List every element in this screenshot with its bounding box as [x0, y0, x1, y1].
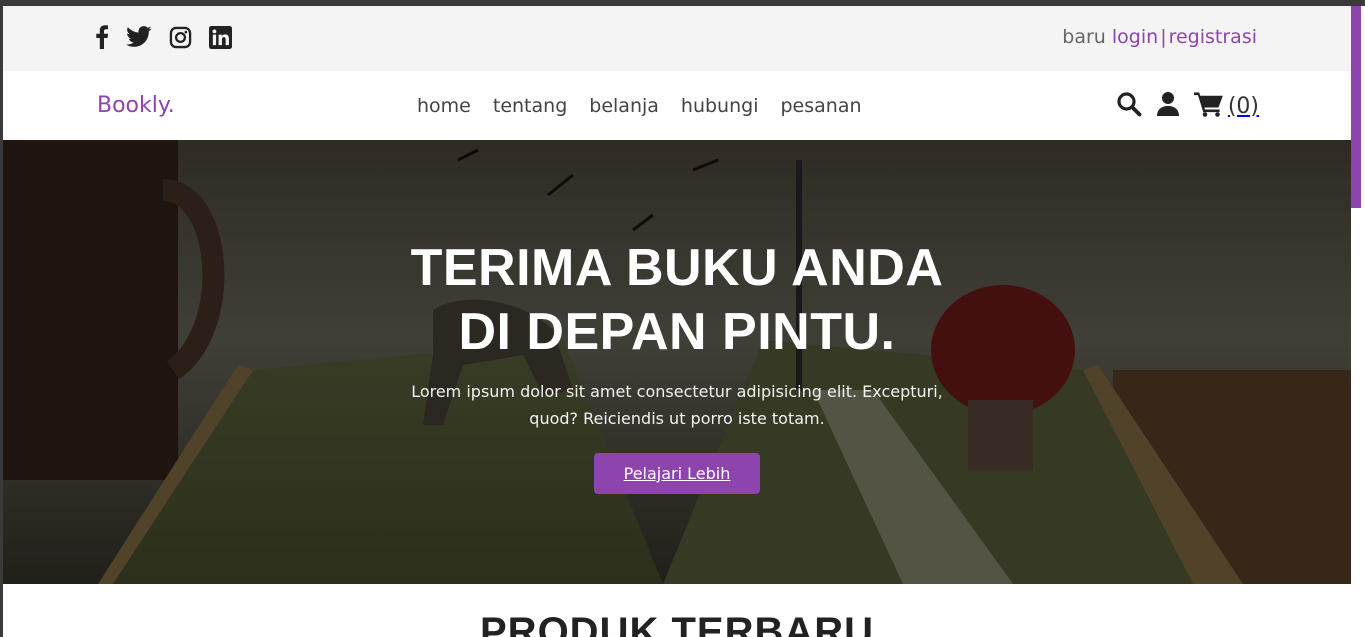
nav-about[interactable]: tentang — [493, 95, 567, 117]
search-icon[interactable] — [1116, 91, 1142, 121]
nav-shop[interactable]: belanja — [589, 95, 659, 117]
header-icons: (0) — [1116, 91, 1259, 121]
register-link[interactable]: registrasi — [1169, 26, 1257, 48]
auth-links: baru login | registrasi — [1062, 26, 1257, 48]
user-icon[interactable] — [1156, 91, 1180, 121]
nav-home[interactable]: home — [417, 95, 471, 117]
main-header: Bookly. home tentang belanja hubungi pes… — [3, 71, 1351, 140]
auth-separator: | — [1160, 26, 1167, 48]
hero-content: TERIMA BUKU ANDA DI DEPAN PINTU. Lorem i… — [377, 236, 977, 494]
hero-description-line-2: quod? Reiciendis ut porro iste totam. — [529, 409, 825, 428]
twitter-icon[interactable] — [126, 26, 152, 48]
top-header: baru login | registrasi — [3, 6, 1351, 71]
nav-orders[interactable]: pesanan — [780, 95, 861, 117]
linkedin-icon[interactable] — [209, 25, 232, 49]
social-links — [95, 25, 232, 49]
hero-title-line-2: DI DEPAN PINTU. — [458, 303, 896, 361]
hero-section: TERIMA BUKU ANDA DI DEPAN PINTU. Lorem i… — [3, 140, 1351, 584]
main-nav: home tentang belanja hubungi pesanan — [417, 95, 862, 117]
cart-icon — [1193, 91, 1224, 121]
hero-description: Lorem ipsum dolor sit amet consectetur a… — [377, 378, 977, 432]
login-link[interactable]: login — [1112, 26, 1158, 48]
learn-more-button[interactable]: Pelajari Lebih — [593, 453, 761, 494]
hero-title-line-1: TERIMA BUKU ANDA — [410, 239, 944, 297]
nav-contact[interactable]: hubungi — [681, 95, 759, 117]
facebook-icon[interactable] — [95, 25, 109, 49]
hero-title: TERIMA BUKU ANDA DI DEPAN PINTU. — [377, 236, 977, 364]
logo[interactable]: Bookly. — [97, 93, 175, 118]
auth-prefix: baru — [1062, 26, 1106, 48]
cart-count: (0) — [1227, 93, 1259, 119]
hero-description-line-1: Lorem ipsum dolor sit amet consectetur a… — [411, 382, 943, 401]
products-section-title: PRODUK TERBARU — [480, 610, 874, 637]
page-viewport: baru login | registrasi Bookly. home tenta… — [3, 6, 1351, 637]
instagram-icon[interactable] — [169, 26, 192, 49]
scrollbar-thumb[interactable] — [1351, 6, 1361, 208]
cart-button[interactable]: (0) — [1193, 91, 1259, 121]
